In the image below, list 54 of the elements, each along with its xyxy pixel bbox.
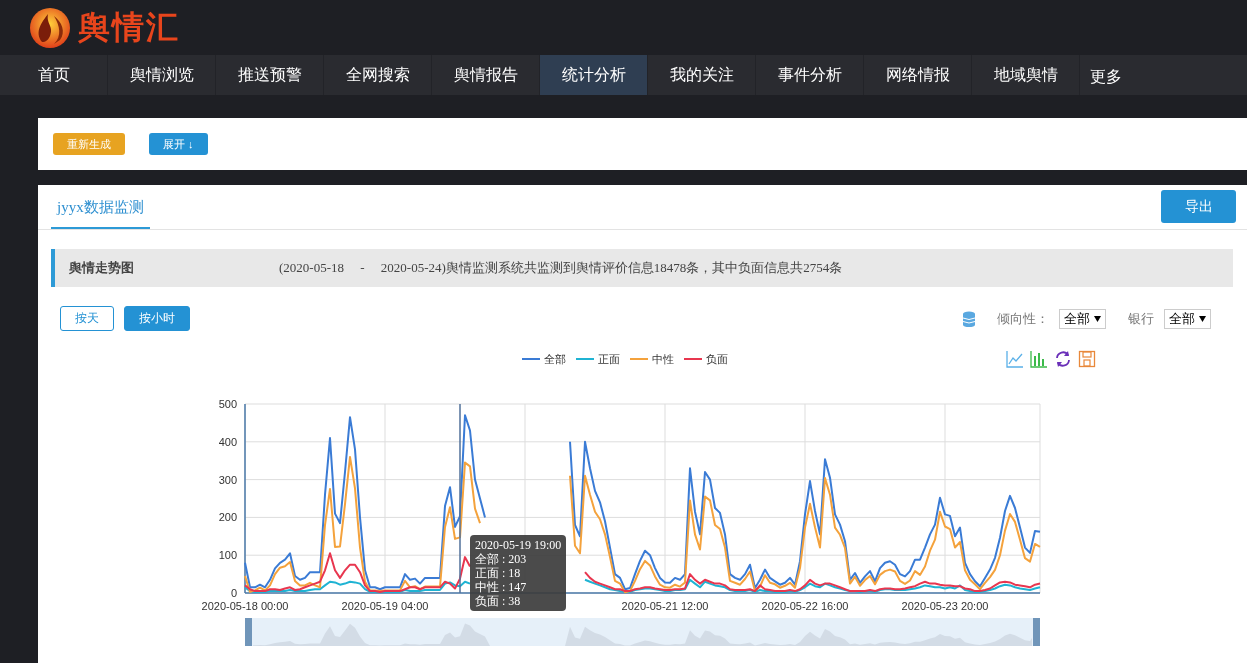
legend-label: 全部 <box>544 351 566 367</box>
legend-item[interactable]: 负面 <box>684 351 728 367</box>
nav-tab[interactable]: 网络情报 <box>864 55 972 95</box>
nav-tab[interactable]: 全网搜索 <box>324 55 432 95</box>
filter-label: 倾向性： <box>997 309 1049 328</box>
nav-tab[interactable]: 我的关注 <box>648 55 756 95</box>
nav-tab[interactable]: 统计分析 <box>540 55 648 95</box>
legend-label: 负面 <box>706 351 728 367</box>
save-icon[interactable] <box>1078 350 1096 368</box>
filter-select[interactable]: 全部 <box>1164 308 1211 329</box>
bar-chart-icon[interactable] <box>1030 350 1048 368</box>
nav-tab[interactable]: 推送预警 <box>216 55 324 95</box>
axis-label: 2020-05-22 16:00 <box>761 600 849 612</box>
database-icon <box>963 310 975 327</box>
legend-item[interactable]: 中性 <box>630 351 674 367</box>
axis-label: 200 <box>218 511 237 524</box>
granularity-button[interactable]: 按天 <box>60 306 114 331</box>
summary-text: (2020-05-18 - 2020-05-24)舆情监测系统共监测到舆情评价信息18478条，其中负面信息共2754条 <box>279 259 843 277</box>
refresh-icon[interactable] <box>1054 350 1072 368</box>
caret-icon <box>1094 315 1101 322</box>
tooltip-text: 中性 : 147 <box>475 580 528 594</box>
filter-label: 银行 <box>1128 309 1154 328</box>
nav-tab[interactable]: 地域舆情 <box>972 55 1080 95</box>
nav-tab[interactable]: 舆情浏览 <box>108 55 216 95</box>
axis-label: 300 <box>218 473 237 486</box>
slider-handle[interactable] <box>245 618 252 646</box>
more-link[interactable]: 更多 <box>1090 66 1122 88</box>
axis-label: 0 <box>230 587 237 599</box>
axis-label: 2020-05-19 04:00 <box>341 600 429 612</box>
tooltip-text: 负面 : 38 <box>475 594 522 608</box>
axis-label: 2020-05-18 00:00 <box>201 600 289 612</box>
legend-label: 中性 <box>652 351 674 367</box>
legend-item[interactable]: 正面 <box>576 351 620 367</box>
axis-label: 500 <box>218 398 237 410</box>
panel-tab[interactable]: jyyx数据监测 <box>51 198 150 229</box>
caret-icon <box>1199 315 1206 322</box>
axis-label: 400 <box>218 435 237 448</box>
flame-logo-icon <box>28 5 72 50</box>
legend-label: 正面 <box>598 351 620 367</box>
tooltip-text: 正面 : 18 <box>475 566 522 580</box>
slider-handle[interactable] <box>1033 618 1040 646</box>
nav-tab[interactable]: 首页 <box>0 55 108 95</box>
axis-label: 2020-05-23 20:00 <box>901 600 989 612</box>
axis-label: 100 <box>218 549 237 562</box>
tooltip-text: 全部 : 203 <box>475 552 528 566</box>
logo-text: 舆情汇 <box>78 7 180 47</box>
axis-label: 2020-05-21 12:00 <box>621 600 709 612</box>
legend-item[interactable]: 全部 <box>522 351 566 367</box>
tooltip-title: 2020-05-19 19:00 <box>475 538 562 552</box>
filter-select[interactable]: 全部 <box>1059 308 1106 329</box>
nav-tab[interactable]: 事件分析 <box>756 55 864 95</box>
section-title: 舆情走势图 <box>68 259 135 277</box>
zoom-slider[interactable] <box>252 618 1033 646</box>
line-chart-icon[interactable] <box>1006 350 1024 368</box>
